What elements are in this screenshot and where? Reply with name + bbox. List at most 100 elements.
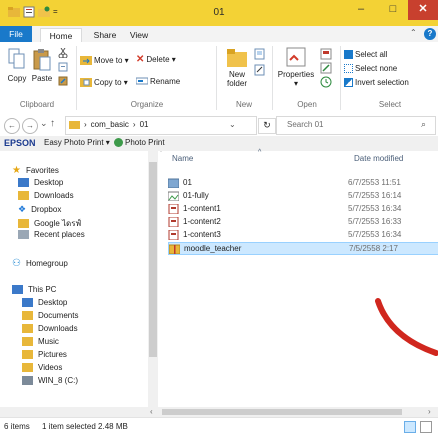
scroll-right-icon[interactable]: › [428, 407, 431, 416]
nav-downloads-label: Downloads [34, 191, 74, 200]
copy-to-button[interactable]: Copy to ▾ [80, 76, 128, 88]
file-date: 5/7/2553 16:14 [348, 191, 402, 200]
easy-photo-print-menu[interactable]: Easy Photo Print ▾ [44, 138, 110, 147]
close-button[interactable]: ✕ [408, 0, 438, 20]
properties-label: Properties ▾ [277, 70, 315, 88]
paste-button[interactable]: Paste [30, 48, 54, 83]
organize-group-label: Organize [130, 100, 164, 109]
search-icon[interactable]: ⌕ [421, 119, 426, 130]
open-icon[interactable] [320, 48, 332, 60]
details-view-icon[interactable] [404, 421, 416, 433]
nav-pc-desktop[interactable]: Desktop [22, 298, 67, 307]
clipboard-group-label: Clipboard [19, 100, 55, 109]
collapse-ribbon-icon[interactable]: ⌃ [410, 28, 417, 37]
rename-icon [136, 77, 148, 85]
nav-documents-label: Documents [38, 311, 79, 320]
history-icon[interactable] [320, 76, 332, 88]
large-icons-view-icon[interactable] [420, 421, 432, 433]
file-name: 1-content1 [183, 204, 221, 213]
column-name-header[interactable]: Name [172, 154, 193, 163]
file-name: moodle_teacher [184, 244, 242, 253]
cut-icon[interactable] [58, 48, 68, 58]
nav-documents[interactable]: Documents [22, 311, 78, 320]
edit-icon[interactable] [320, 62, 332, 74]
minimize-button[interactable]: – [346, 0, 376, 20]
select-none-label: Select none [355, 64, 398, 73]
address-box[interactable]: › com_basic › 01 ⌄ [65, 116, 257, 135]
document-icon [168, 229, 179, 240]
forward-button[interactable]: → [22, 118, 38, 134]
column-date-header[interactable]: Date modified [354, 154, 403, 163]
nav-homegroup[interactable]: ⚇ Homegroup [12, 258, 68, 269]
breadcrumb-01[interactable]: 01 [140, 120, 149, 129]
new-item-icon[interactable] [254, 48, 266, 60]
nav-music[interactable]: Music [22, 337, 59, 346]
copy-button[interactable]: Copy [6, 48, 28, 83]
scroll-left-icon[interactable]: ‹ [150, 407, 153, 416]
recent-locations-icon[interactable]: ⌄ [40, 118, 48, 129]
nav-this-pc[interactable]: This PC [12, 285, 56, 294]
file-row[interactable]: 1-content1 5/7/2553 16:34 [168, 203, 438, 214]
downloads-folder-icon [22, 324, 33, 333]
nav-scrollbar-thumb[interactable] [149, 162, 157, 357]
nav-recent-places[interactable]: Recent places [18, 230, 85, 239]
copy-to-label: Copy to ▾ [94, 77, 128, 87]
copy-to-icon [80, 78, 92, 87]
new-folder-button[interactable]: New folder [222, 46, 252, 88]
music-icon [22, 337, 33, 346]
rename-button[interactable]: Rename [136, 76, 180, 86]
help-icon[interactable]: ? [424, 28, 436, 40]
copy-label: Copy [7, 74, 27, 83]
maximize-button[interactable]: □ [378, 0, 408, 20]
nav-videos[interactable]: Videos [22, 363, 62, 372]
invert-selection-button[interactable]: Invert selection [344, 78, 409, 87]
file-row[interactable]: 01 6/7/2553 11:51 [168, 177, 438, 188]
breadcrumb-separator: › [84, 120, 87, 129]
properties-button[interactable]: Properties ▾ [276, 46, 316, 88]
search-input[interactable]: Search 01 ⌕ [276, 116, 436, 135]
file-row[interactable]: 01-fully 5/7/2553 16:14 [168, 190, 438, 201]
tab-share[interactable]: Share [88, 28, 122, 42]
photo-print-button[interactable]: Photo Print [114, 138, 165, 147]
easy-access-icon[interactable] [254, 64, 266, 76]
desktop-icon [18, 178, 29, 187]
move-to-button[interactable]: Move to ▾ [80, 54, 129, 66]
select-none-button[interactable]: Select none [344, 64, 397, 73]
paste-shortcut-icon[interactable] [58, 76, 68, 86]
search-placeholder: Search 01 [287, 120, 324, 129]
address-dropdown-icon[interactable]: ⌄ [229, 120, 236, 129]
file-row-selected[interactable]: moodle_teacher 7/5/2558 2:17 [168, 242, 438, 255]
horizontal-scrollbar[interactable]: ‹ › [0, 407, 438, 417]
select-all-button[interactable]: Select all [344, 50, 387, 59]
nav-google-drive[interactable]: Google ไดรฟ์ [18, 217, 81, 230]
nav-pictures[interactable]: Pictures [22, 350, 67, 359]
red-arc-annotation [375, 298, 438, 356]
tab-file[interactable]: File [0, 26, 32, 42]
photo-print-icon [114, 138, 123, 147]
nav-recent-places-label: Recent places [34, 230, 85, 239]
nav-downloads[interactable]: Downloads [18, 191, 74, 200]
delete-button[interactable]: ✕ Delete ▾ [136, 54, 176, 65]
horizontal-scrollbar-thumb[interactable] [162, 409, 402, 415]
tab-view[interactable]: View [124, 28, 154, 42]
back-button[interactable]: ← [4, 118, 20, 134]
tab-home[interactable]: Home [40, 28, 82, 43]
nav-pc-downloads[interactable]: Downloads [22, 324, 78, 333]
ribbon-separator [216, 46, 217, 110]
file-row[interactable]: 1-content3 5/7/2553 16:34 [168, 229, 438, 240]
file-row[interactable]: 1-content2 5/7/2553 16:33 [168, 216, 438, 227]
nav-win8-drive[interactable]: WIN_8 (C:) [22, 376, 78, 385]
ribbon-separator [76, 46, 77, 110]
nav-desktop[interactable]: Desktop [18, 178, 63, 187]
folder-icon [69, 121, 80, 129]
drive-icon [22, 376, 33, 385]
breadcrumb-com-basic[interactable]: com_basic [91, 120, 129, 129]
copy-path-icon[interactable] [58, 62, 68, 72]
videos-icon [22, 363, 33, 372]
file-date: 7/5/2558 2:17 [349, 244, 398, 253]
nav-dropbox[interactable]: ❖ Dropbox [18, 204, 61, 215]
refresh-button[interactable]: ↻ [258, 118, 276, 134]
nav-favorites[interactable]: ★ Favorites [12, 165, 59, 176]
up-button[interactable]: ↑ [50, 118, 55, 129]
ribbon-tabs: File Home Share View [0, 26, 438, 43]
